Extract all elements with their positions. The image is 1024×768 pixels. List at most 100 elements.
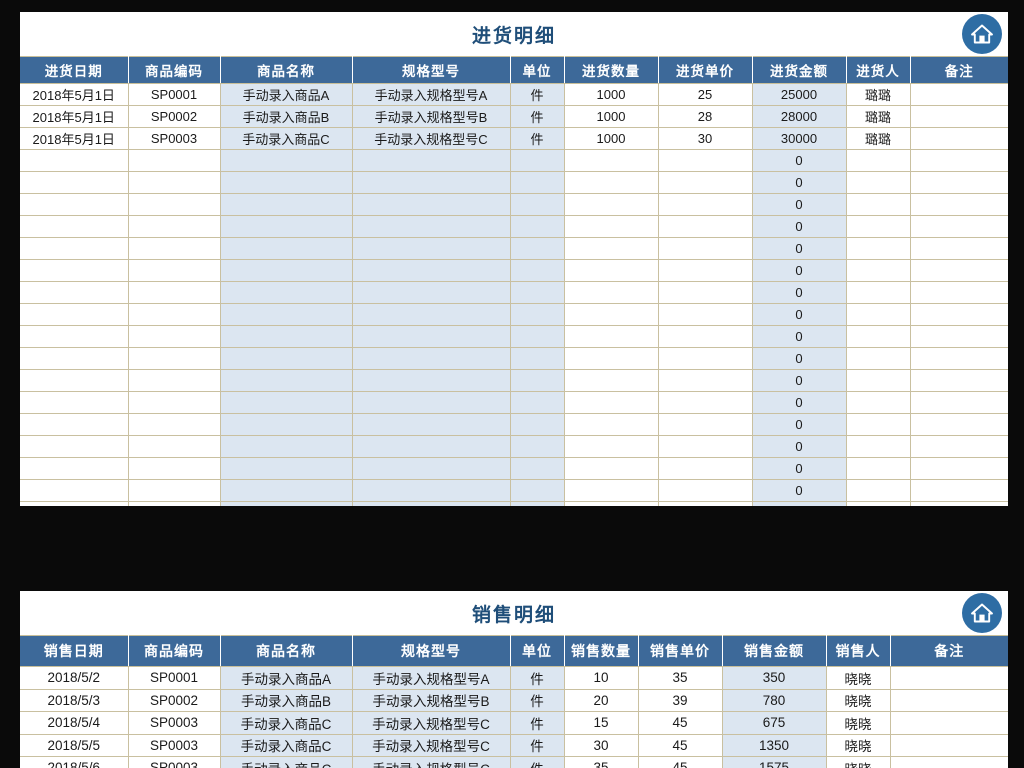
cell-5[interactable]: 20 — [564, 689, 639, 712]
cell-7[interactable]: 350 — [722, 666, 827, 690]
cell-0[interactable] — [20, 237, 129, 260]
cell-1[interactable]: SP0002 — [128, 105, 221, 128]
cell-3[interactable]: 手动录入规格型号C — [352, 711, 511, 735]
cell-2[interactable] — [220, 193, 353, 216]
cell-4[interactable] — [510, 413, 565, 436]
cell-1[interactable] — [128, 369, 221, 392]
cell-4[interactable] — [510, 391, 565, 414]
cell-2[interactable] — [220, 149, 353, 172]
cell-8[interactable]: 晓晓 — [826, 734, 891, 757]
cell-8[interactable]: 晓晓 — [826, 711, 891, 735]
cell-7[interactable]: 1575 — [722, 756, 827, 768]
cell-6[interactable] — [658, 193, 753, 216]
cell-5[interactable]: 10 — [564, 666, 639, 690]
cell-5[interactable] — [564, 237, 659, 260]
cell-0[interactable] — [20, 281, 129, 304]
cell-0[interactable] — [20, 325, 129, 348]
cell-6[interactable] — [658, 457, 753, 480]
cell-9[interactable] — [910, 149, 1008, 172]
cell-6[interactable] — [658, 237, 753, 260]
cell-7[interactable]: 0 — [752, 149, 847, 172]
cell-4[interactable] — [510, 149, 565, 172]
home-icon[interactable] — [962, 14, 1002, 54]
cell-6[interactable]: 45 — [638, 756, 723, 768]
column-header-1[interactable]: 商品编码 — [128, 635, 221, 667]
cell-3[interactable] — [352, 369, 511, 392]
cell-5[interactable] — [564, 259, 659, 282]
cell-5[interactable]: 15 — [564, 711, 639, 735]
cell-6[interactable] — [658, 391, 753, 414]
cell-2[interactable]: 手动录入商品B — [220, 689, 353, 712]
cell-1[interactable] — [128, 237, 221, 260]
cell-1[interactable] — [128, 347, 221, 370]
cell-6[interactable]: 30 — [658, 127, 753, 150]
cell-0[interactable]: 2018/5/2 — [20, 666, 129, 690]
cell-0[interactable] — [20, 259, 129, 282]
cell-4[interactable]: 件 — [510, 83, 565, 106]
column-header-2[interactable]: 商品名称 — [220, 635, 353, 667]
cell-8[interactable] — [846, 215, 911, 238]
cell-3[interactable]: 手动录入规格型号B — [352, 689, 511, 712]
cell-7[interactable]: 0 — [752, 457, 847, 480]
cell-4[interactable]: 件 — [510, 756, 565, 768]
cell-5[interactable] — [564, 325, 659, 348]
cell-5[interactable] — [564, 149, 659, 172]
cell-9[interactable] — [890, 666, 1008, 690]
cell-2[interactable] — [220, 325, 353, 348]
cell-4[interactable] — [510, 369, 565, 392]
cell-4[interactable] — [510, 171, 565, 194]
cell-1[interactable]: SP0001 — [128, 666, 221, 690]
cell-3[interactable]: 手动录入规格型号C — [352, 734, 511, 757]
cell-8[interactable]: 璐璐 — [846, 83, 911, 106]
cell-2[interactable] — [220, 435, 353, 458]
cell-9[interactable] — [910, 127, 1008, 150]
cell-5[interactable]: 35 — [564, 756, 639, 768]
cell-0[interactable] — [20, 457, 129, 480]
cell-7[interactable]: 0 — [752, 391, 847, 414]
cell-1[interactable] — [128, 259, 221, 282]
cell-5[interactable] — [564, 171, 659, 194]
cell-6[interactable]: 45 — [638, 711, 723, 735]
cell-1[interactable] — [128, 325, 221, 348]
cell-9[interactable] — [910, 435, 1008, 458]
cell-5[interactable] — [564, 391, 659, 414]
cell-4[interactable]: 件 — [510, 666, 565, 690]
column-header-3[interactable]: 规格型号 — [352, 635, 511, 667]
cell-8[interactable] — [846, 303, 911, 326]
cell-3[interactable]: 手动录入规格型号B — [352, 105, 511, 128]
cell-0[interactable] — [20, 193, 129, 216]
cell-8[interactable] — [846, 171, 911, 194]
cell-8[interactable] — [846, 193, 911, 216]
cell-5[interactable]: 30 — [564, 734, 639, 757]
cell-4[interactable] — [510, 259, 565, 282]
column-header-4[interactable]: 单位 — [510, 56, 565, 84]
cell-8[interactable] — [846, 435, 911, 458]
cell-0[interactable] — [20, 369, 129, 392]
cell-2[interactable]: 手动录入商品A — [220, 83, 353, 106]
cell-2[interactable]: 手动录入商品A — [220, 666, 353, 690]
cell-5[interactable] — [564, 303, 659, 326]
cell-8[interactable]: 璐璐 — [846, 127, 911, 150]
cell-7[interactable]: 0 — [752, 413, 847, 436]
cell-3[interactable] — [352, 237, 511, 260]
cell-7[interactable]: 0 — [752, 369, 847, 392]
cell-0[interactable]: 2018/5/5 — [20, 734, 129, 757]
cell-5[interactable] — [564, 457, 659, 480]
cell-7[interactable]: 0 — [752, 215, 847, 238]
column-header-7[interactable]: 进货金额 — [752, 56, 847, 84]
cell-5[interactable] — [564, 193, 659, 216]
cell-9[interactable] — [890, 711, 1008, 735]
cell-9[interactable] — [890, 689, 1008, 712]
cell-9[interactable] — [910, 457, 1008, 480]
cell-3[interactable] — [352, 303, 511, 326]
cell-6[interactable] — [658, 369, 753, 392]
cell-0[interactable] — [20, 435, 129, 458]
cell-5[interactable]: 1000 — [564, 105, 659, 128]
cell-5[interactable] — [564, 413, 659, 436]
cell-6[interactable]: 25 — [658, 83, 753, 106]
cell-2[interactable]: 手动录入商品C — [220, 756, 353, 768]
cell-5[interactable] — [564, 369, 659, 392]
cell-8[interactable]: 晓晓 — [826, 666, 891, 690]
cell-6[interactable] — [658, 149, 753, 172]
cell-7[interactable]: 28000 — [752, 105, 847, 128]
